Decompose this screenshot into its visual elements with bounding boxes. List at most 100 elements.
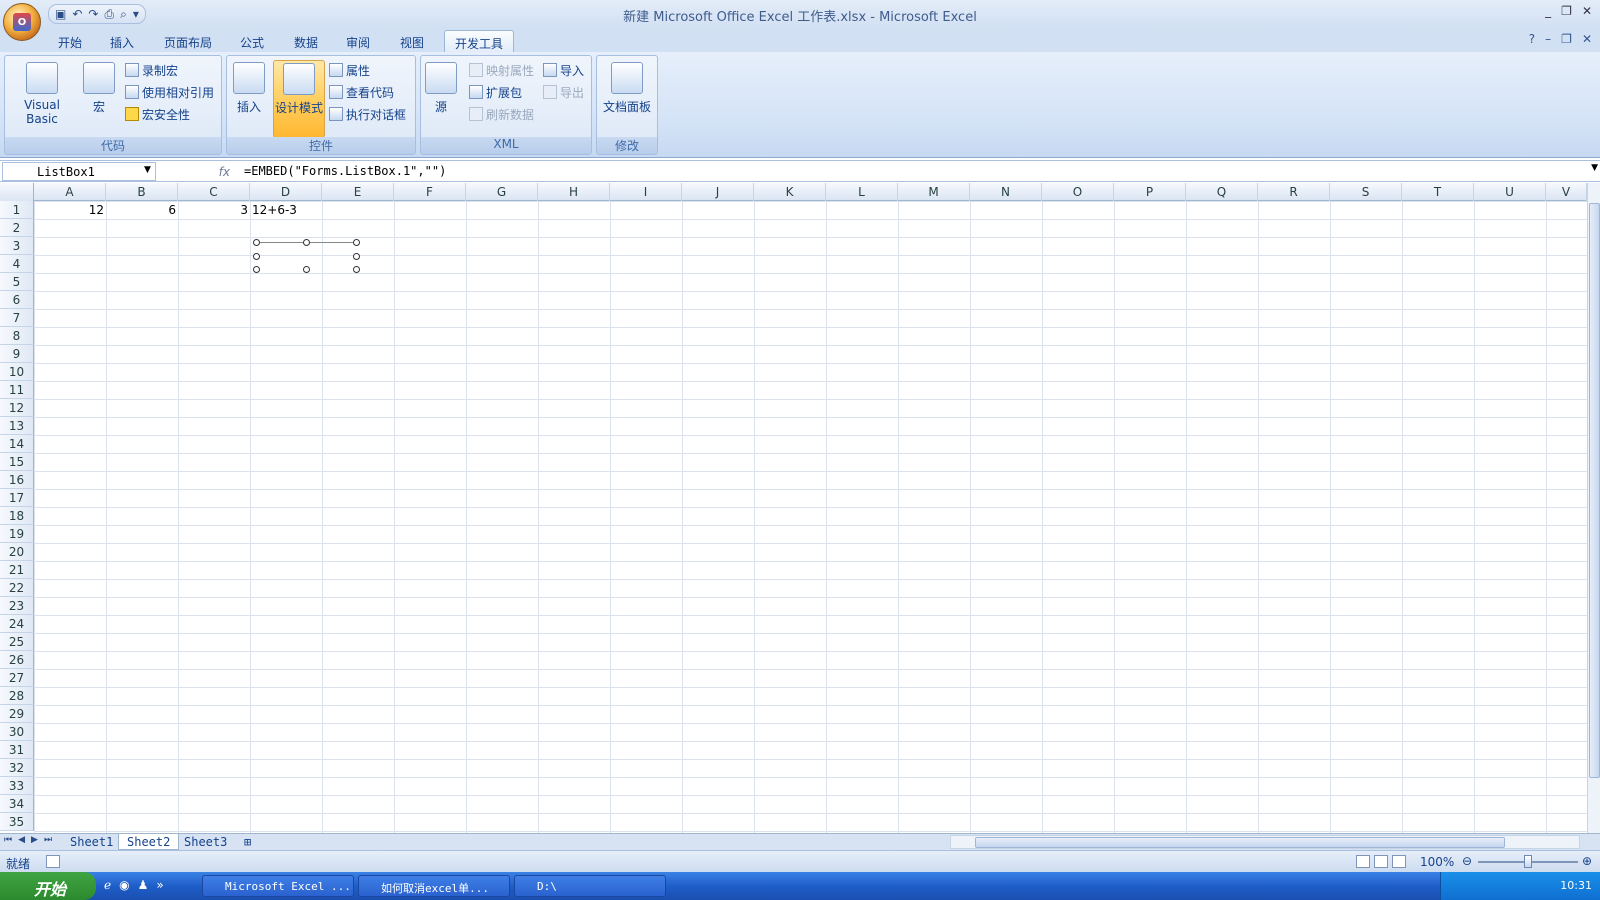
row-header[interactable]: 35 [0,813,34,831]
column-header[interactable]: H [538,183,610,201]
row-header[interactable]: 4 [0,255,34,273]
column-header[interactable]: C [178,183,250,201]
ie-icon[interactable]: ℯ [104,878,111,892]
row-header[interactable]: 20 [0,543,34,561]
cell-area[interactable]: 12 6 3 12+6-3 [34,201,1587,833]
record-macro-button[interactable]: 录制宏 [125,61,178,79]
restore-button[interactable]: ❐ [1561,4,1572,18]
doc-close-icon[interactable]: ✕ [1582,32,1592,46]
name-box-dropdown-icon[interactable]: ▼ [144,165,151,175]
column-header[interactable]: G [466,183,538,201]
run-dialog-button[interactable]: 执行对话框 [329,105,406,123]
relative-reference-button[interactable]: 使用相对引用 [125,83,214,101]
first-sheet-icon[interactable]: ⏮ [4,835,12,845]
qq-icon[interactable]: ♟ [138,878,149,892]
row-header[interactable]: 10 [0,363,34,381]
office-button[interactable]: O [3,3,41,41]
row-header[interactable]: 16 [0,471,34,489]
row-header[interactable]: 7 [0,309,34,327]
row-header[interactable]: 1 [0,201,34,219]
tab-review[interactable]: 审阅 [336,30,380,52]
column-header[interactable]: V [1546,183,1587,201]
row-header[interactable]: 23 [0,597,34,615]
row-header[interactable]: 27 [0,669,34,687]
view-code-button[interactable]: 查看代码 [329,83,394,101]
prev-sheet-icon[interactable]: ◀ [18,835,25,845]
resize-handle[interactable] [253,239,260,246]
column-header[interactable]: F [394,183,466,201]
name-box[interactable]: ListBox1 [2,162,156,181]
row-header[interactable]: 22 [0,579,34,597]
select-all-button[interactable] [0,183,34,201]
tab-data[interactable]: 数据 [284,30,328,52]
taskbar-excel[interactable]: Microsoft Excel ... [202,875,354,897]
row-header[interactable]: 15 [0,453,34,471]
column-header[interactable]: P [1114,183,1186,201]
cell-d1[interactable]: 12+6-3 [252,201,322,219]
row-header[interactable]: 33 [0,777,34,795]
column-header[interactable]: I [610,183,682,201]
row-header[interactable]: 30 [0,723,34,741]
save-icon[interactable]: ▣ [55,7,66,21]
row-header[interactable]: 28 [0,687,34,705]
row-header[interactable]: 12 [0,399,34,417]
minimize-button[interactable]: _ [1545,4,1551,18]
close-button[interactable]: ✕ [1582,4,1592,18]
column-header[interactable]: M [898,183,970,201]
horizontal-scroll-thumb[interactable] [975,837,1505,848]
zoom-slider-thumb[interactable] [1524,855,1532,868]
clock[interactable]: 10:31 [1560,879,1592,892]
tab-insert[interactable]: 插入 [100,30,144,52]
sheet-tab-sheet3[interactable]: Sheet3 [176,834,235,850]
row-header[interactable]: 14 [0,435,34,453]
insert-control-button[interactable]: 插入 [229,60,269,115]
browser-icon[interactable]: ◉ [119,878,129,892]
row-header[interactable]: 29 [0,705,34,723]
row-header[interactable]: 6 [0,291,34,309]
vertical-scrollbar[interactable] [1587,183,1600,833]
next-sheet-icon[interactable]: ▶ [31,835,38,845]
macro-record-icon[interactable] [46,855,60,868]
row-header[interactable]: 19 [0,525,34,543]
horizontal-scrollbar[interactable] [950,835,1580,849]
cell-b1[interactable]: 6 [106,201,176,219]
sheet-tab-sheet2[interactable]: Sheet2 [118,834,180,850]
column-header[interactable]: R [1258,183,1330,201]
expansion-packs-button[interactable]: 扩展包 [469,83,522,101]
row-header[interactable]: 25 [0,633,34,651]
macro-security-button[interactable]: 宏安全性 [125,105,190,123]
row-header[interactable]: 26 [0,651,34,669]
row-header[interactable]: 9 [0,345,34,363]
resize-handle[interactable] [303,266,310,273]
zoom-level[interactable]: 100% [1420,855,1454,869]
export-button[interactable]: 导出 [543,83,584,101]
row-header[interactable]: 11 [0,381,34,399]
column-header[interactable]: E [322,183,394,201]
column-header[interactable]: O [1042,183,1114,201]
taskbar-explorer[interactable]: D:\ [514,875,666,897]
xml-source-button[interactable]: 源 [423,60,459,115]
listbox-control[interactable] [253,239,360,273]
resize-handle[interactable] [353,239,360,246]
column-header[interactable]: K [754,183,826,201]
row-header[interactable]: 3 [0,237,34,255]
last-sheet-icon[interactable]: ⏭ [44,835,52,845]
row-header[interactable]: 32 [0,759,34,777]
resize-handle[interactable] [253,266,260,273]
start-button[interactable]: 开始 [0,872,96,900]
row-header[interactable]: 34 [0,795,34,813]
vertical-scroll-thumb[interactable] [1589,203,1600,778]
design-mode-button[interactable]: 设计模式 [273,60,325,138]
visual-basic-button[interactable]: Visual Basic [7,60,77,126]
tab-home[interactable]: 开始 [48,30,92,52]
insert-sheet-icon[interactable]: ⊞ [240,834,255,850]
column-header[interactable]: B [106,183,178,201]
tab-view[interactable]: 视图 [390,30,434,52]
customize-qat-icon[interactable]: ▾ [133,7,139,21]
macro-button[interactable]: 宏 [81,60,117,115]
undo-icon[interactable]: ↶ [72,7,82,21]
cell-c1[interactable]: 3 [178,201,248,219]
sheet-tab-sheet1[interactable]: Sheet1 [62,834,121,850]
tab-developer[interactable]: 开发工具 [444,30,515,52]
document-panel-button[interactable]: 文档面板 [599,60,655,115]
